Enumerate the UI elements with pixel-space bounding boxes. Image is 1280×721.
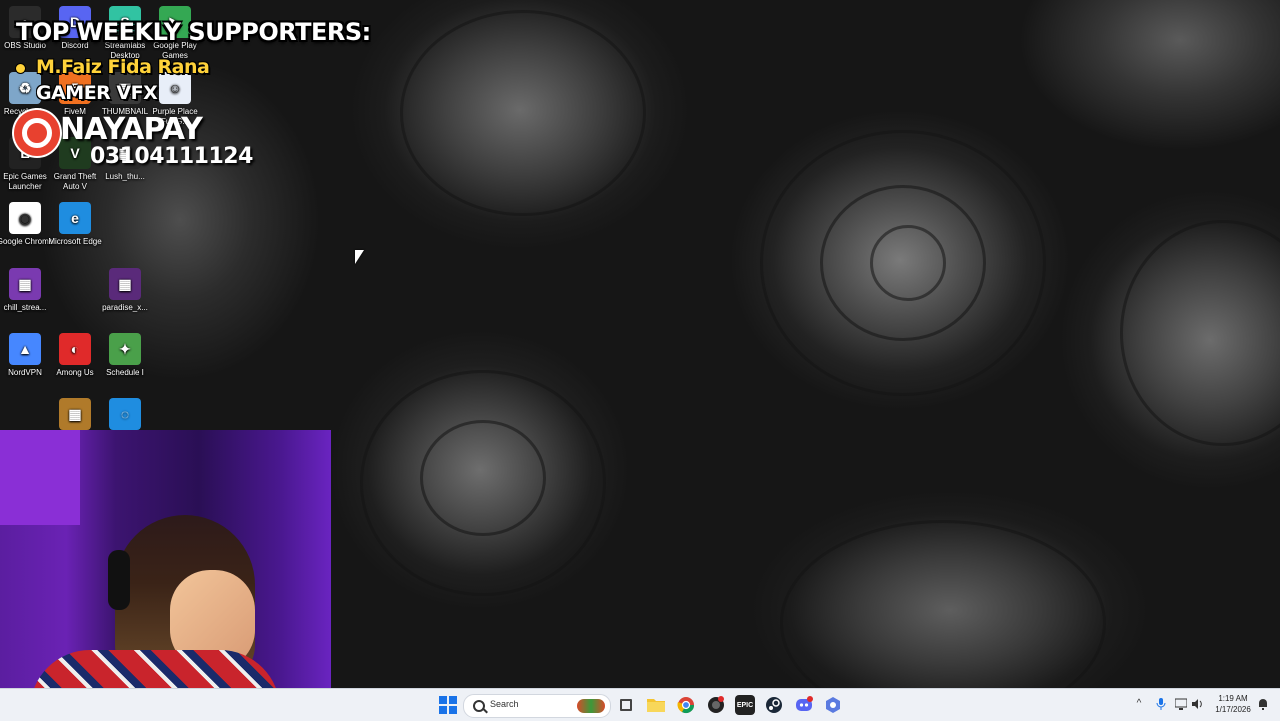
app-icon: ◐ xyxy=(59,333,91,365)
nayapay-logo-icon xyxy=(14,110,60,156)
desktop-icon-label: Schedule I xyxy=(106,368,144,377)
volume-icon[interactable] xyxy=(1191,698,1203,710)
app-icon: e xyxy=(59,202,91,234)
desktop-icon[interactable]: ◌ xyxy=(95,398,155,433)
rose-petal-ring xyxy=(400,10,646,216)
app-icon: ▲ xyxy=(9,333,41,365)
desktop-icon-label: Microsoft Edge xyxy=(48,237,102,246)
notification-icon[interactable] xyxy=(1257,698,1269,710)
headset-icon xyxy=(108,550,130,610)
rose-petal-ring xyxy=(420,420,546,536)
obs-icon[interactable] xyxy=(706,695,726,715)
supporters-title: TOP WEEKLY SUPPORTERS: xyxy=(16,18,371,46)
task-view-icon[interactable] xyxy=(616,695,636,715)
desktop-icon[interactable]: ▦ chill_strea... xyxy=(0,268,55,313)
chevron-up-icon[interactable]: ^ xyxy=(1133,698,1145,710)
start-icon[interactable] xyxy=(438,695,458,715)
file-explorer-icon[interactable] xyxy=(646,695,666,715)
clock-time[interactable]: 1:19 AM xyxy=(1208,694,1258,703)
rose-petal-ring xyxy=(780,520,1106,688)
desktop-icon[interactable]: ▦ paradise_x... xyxy=(95,268,155,313)
mouse-cursor-icon xyxy=(355,250,364,264)
network-icon[interactable] xyxy=(1174,698,1188,710)
app-icon[interactable] xyxy=(823,695,843,715)
desktop-icon[interactable]: e Microsoft Edge xyxy=(45,202,105,247)
rose-petal-ring xyxy=(1120,220,1280,446)
app-icon: ▦ xyxy=(109,268,141,300)
microphone-icon[interactable] xyxy=(1155,698,1167,710)
search-highlight-icon xyxy=(577,699,605,713)
desktop-icon-label: Lush_thu... xyxy=(105,172,145,181)
app-icon: ▦ xyxy=(59,398,91,430)
app-icon: ◉ xyxy=(9,202,41,234)
chrome-icon[interactable] xyxy=(676,695,696,715)
webcam-background-light xyxy=(0,430,80,525)
bullet-icon xyxy=(16,64,25,73)
clock-date[interactable]: 1/17/2026 xyxy=(1208,705,1258,714)
desktop-icon-label: chill_strea... xyxy=(3,303,47,312)
search-icon xyxy=(473,700,485,712)
supporter-name: GAMER VFX xyxy=(36,82,158,104)
search-label: Search xyxy=(490,699,519,709)
desktop-icon[interactable]: ✦ Schedule I xyxy=(95,333,155,378)
taskbar: Search EPIC ^ 1:19 AM 1/17/2026 xyxy=(0,688,1280,721)
discord-icon[interactable] xyxy=(794,695,814,715)
app-icon: ◌ xyxy=(109,398,141,430)
supporter-name: M.Faiz Fida Rana xyxy=(36,56,210,78)
payment-number: 03104111124 xyxy=(90,144,253,169)
webcam-feed xyxy=(0,430,331,720)
epic-games-icon[interactable]: EPIC xyxy=(735,695,755,715)
payment-name: NAYAPAY xyxy=(60,112,203,147)
desktop-icon-label: paradise_x... xyxy=(102,303,148,312)
app-icon: ▦ xyxy=(9,268,41,300)
app-icon: ✦ xyxy=(109,333,141,365)
rose-petal-ring xyxy=(870,225,946,301)
steam-icon[interactable] xyxy=(764,695,784,715)
taskbar-search-box[interactable]: Search xyxy=(463,694,611,718)
